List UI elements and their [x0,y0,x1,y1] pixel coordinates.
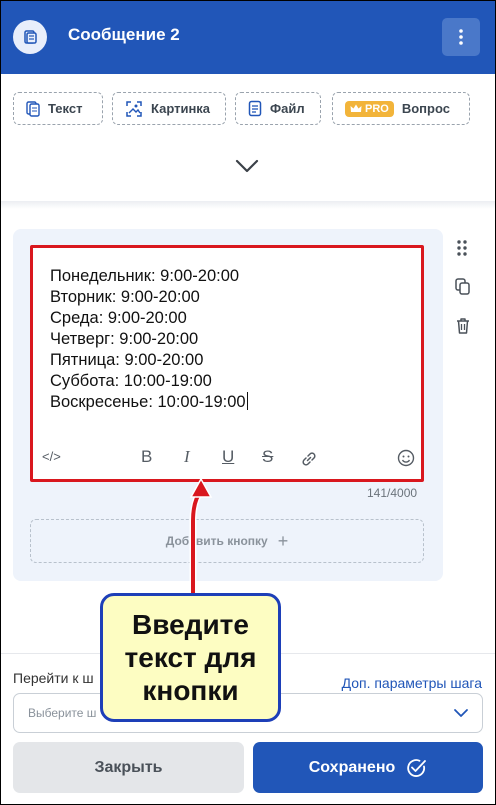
trash-icon[interactable] [455,317,471,335]
step-select-placeholder: Выберите ш [28,706,97,720]
file-icon [248,100,262,117]
message-editor-panel: Сообщение 2 Текст Картинка Файл PRO Вопр… [0,0,496,805]
step-params-link[interactable]: Доп. параметры шага [342,675,482,691]
message-doc-icon [13,20,47,54]
char-counter: 141/4000 [367,486,418,500]
pro-badge-label: PRO [365,102,389,115]
text-caret [246,392,248,410]
pro-badge: PRO [345,100,394,117]
message-text-editor[interactable]: Понедельник: 9:00-20:00 Вторник: 9:00-20… [30,245,424,482]
type-question-button[interactable]: PRO Вопрос [332,92,470,125]
text-line: Воскресенье: 10:00-19:00 [50,393,246,411]
text-line: Четверг: 9:00-20:00 [50,330,199,348]
drag-handle-icon[interactable] [455,239,469,257]
text-doc-icon [26,100,40,117]
strikethrough-button[interactable]: S [262,446,273,468]
type-text-label: Текст [48,101,83,116]
emoji-icon[interactable] [397,447,415,469]
annotation-callout: Введите текст для кнопки [100,593,281,722]
type-image-label: Картинка [151,101,211,116]
image-icon [126,100,142,117]
goto-step-label: Перейти к ш [13,670,94,686]
type-question-label: Вопрос [401,101,450,116]
kebab-menu-button[interactable] [442,18,480,56]
chevron-down-icon[interactable] [234,158,260,174]
type-file-button[interactable]: Файл [235,92,321,125]
italic-button[interactable]: I [184,446,190,468]
plus-icon: + [277,530,289,551]
text-line: Вторник: 9:00-20:00 [50,288,200,306]
save-button-label: Сохранено [308,758,396,776]
type-text-button[interactable]: Текст [13,92,103,125]
bold-button[interactable]: B [141,446,152,468]
add-button[interactable]: Добавить кнопку + [30,519,424,563]
type-image-button[interactable]: Картинка [112,92,226,125]
formatting-toolbar: </> B I U S [33,440,421,474]
close-button[interactable]: Закрыть [13,742,244,793]
check-circle-icon [407,758,427,777]
text-line: Среда: 9:00-20:00 [50,309,187,327]
page-title: Сообщение 2 [68,25,180,44]
type-file-label: Файл [270,101,305,116]
link-icon[interactable] [300,448,318,470]
text-line: Понедельник: 9:00-20:00 [50,267,240,285]
text-line: Пятница: 9:00-20:00 [50,351,204,369]
code-button[interactable]: </> [42,446,61,468]
copy-icon[interactable] [455,278,471,296]
text-line: Суббота: 10:00-19:00 [50,372,212,390]
save-button[interactable]: Сохранено [253,742,483,793]
add-button-label: Добавить кнопку [165,534,268,548]
panel-header: Сообщение 2 [1,1,495,74]
crown-icon [350,104,362,112]
section-divider [1,201,495,209]
underline-button[interactable]: U [222,446,234,468]
kebab-menu-icon [459,29,463,45]
chevron-down-icon [454,709,468,717]
message-text[interactable]: Понедельник: 9:00-20:00 Вторник: 9:00-20… [50,266,410,413]
